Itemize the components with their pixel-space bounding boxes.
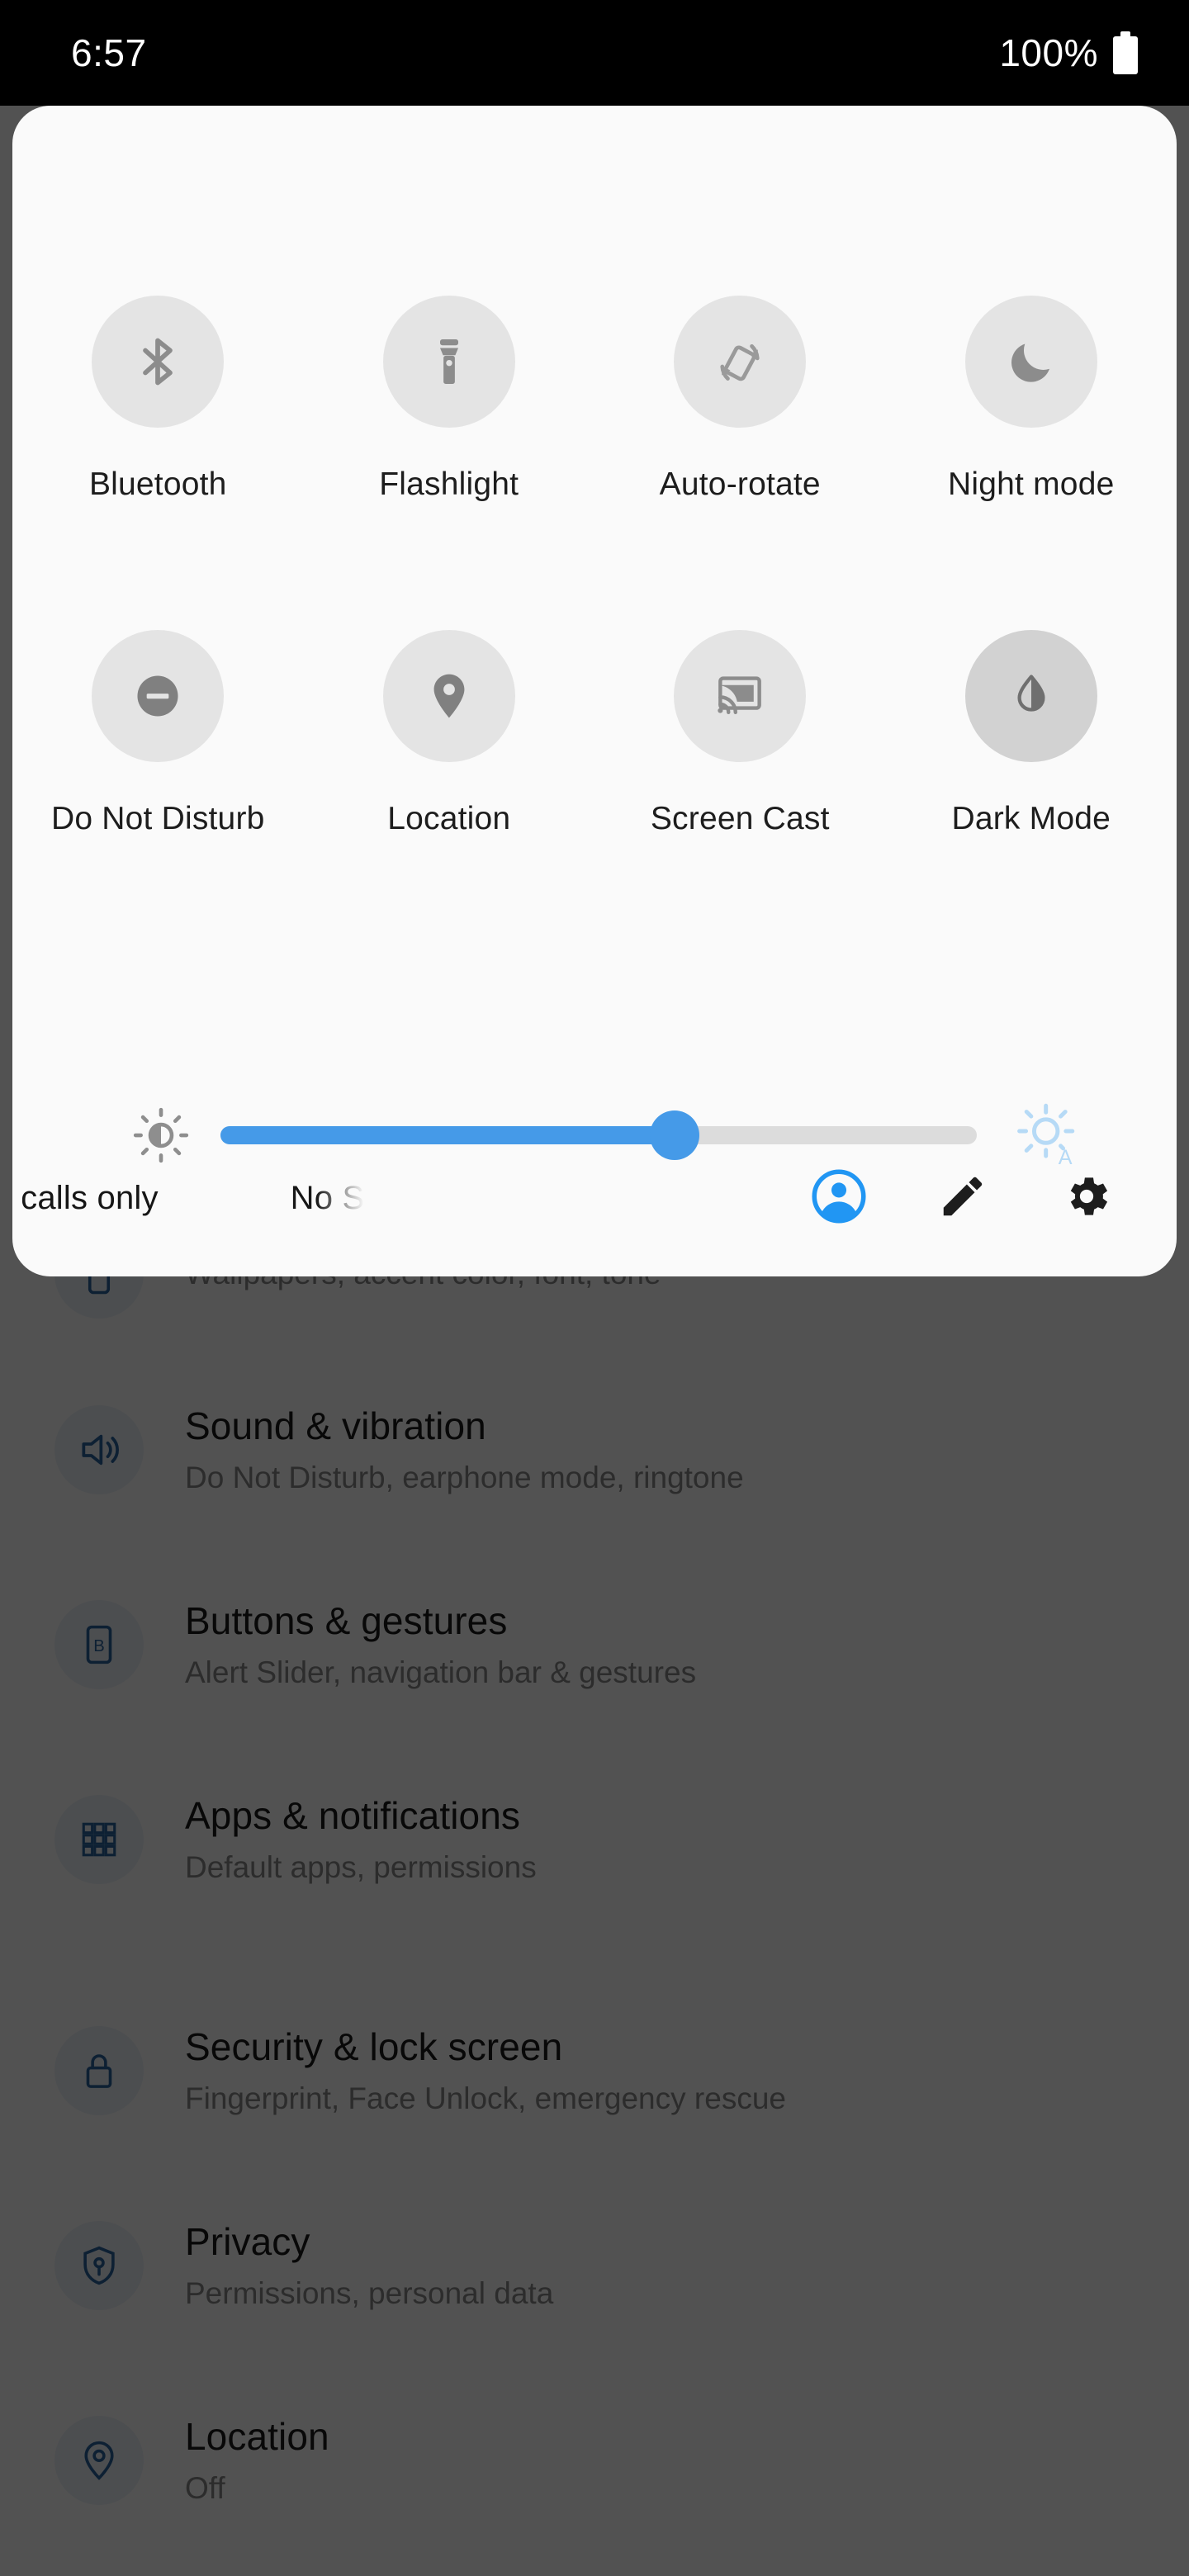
edit-pencil-icon <box>937 1171 988 1226</box>
tile-auto-rotate[interactable]: Auto-rotate <box>594 296 886 630</box>
gear-icon <box>1060 1170 1113 1227</box>
moon-icon <box>964 296 1097 428</box>
quick-settings-tile-row-2: Do Not Disturb Location Screen Cast Dark… <box>12 630 1177 964</box>
carrier-status-marquee: ncy calls only No S <box>22 1165 600 1231</box>
settings-list: Wallpapers, accent color, font, tone Sou… <box>0 1196 1189 2558</box>
tile-label: Screen Cast <box>650 801 830 836</box>
tile-do-not-disturb[interactable]: Do Not Disturb <box>12 630 304 964</box>
auto-rotate-icon <box>674 296 807 428</box>
settings-row-title: Sound & vibration <box>185 1404 486 1447</box>
status-bar-clock: 6:57 <box>71 31 147 74</box>
settings-button[interactable] <box>1025 1148 1149 1248</box>
tile-flashlight[interactable]: Flashlight <box>304 296 595 630</box>
settings-row-subtitle: Fingerprint, Face Unlock, emergency resc… <box>185 2081 786 2116</box>
settings-row-title: Apps & notifications <box>185 1793 521 1837</box>
shield-key-icon <box>54 2221 144 2310</box>
settings-row-sound-vibration[interactable]: Sound & vibration Do Not Disturb, earpho… <box>0 1352 1189 1547</box>
settings-row-title: Location <box>185 2414 329 2458</box>
settings-row-title: Security & lock screen <box>185 2024 563 2068</box>
contrast-drop-icon <box>964 630 1097 762</box>
lock-icon <box>54 2026 144 2115</box>
settings-row-buttons-gestures[interactable]: B Buttons & gestures Alert Slider, navig… <box>0 1547 1189 1742</box>
tile-bluetooth[interactable]: Bluetooth <box>12 296 304 630</box>
tile-night-mode[interactable]: Night mode <box>886 296 1177 630</box>
tile-label: Flashlight <box>379 466 519 502</box>
status-bar: 6:57 100% <box>0 0 1189 106</box>
location-pin-icon <box>382 630 515 762</box>
svg-text:B: B <box>93 1637 105 1655</box>
tile-label: Dark Mode <box>951 801 1111 836</box>
carrier-text-secondary: No S <box>290 1179 365 1216</box>
settings-row-title: Buttons & gestures <box>185 1598 508 1642</box>
bluetooth-icon <box>92 296 225 428</box>
edit-tiles-button[interactable] <box>901 1148 1025 1248</box>
settings-row-subtitle: Default apps, permissions <box>185 1850 537 1885</box>
settings-row-location[interactable]: Location Off <box>0 2363 1189 2558</box>
battery-full-icon <box>1113 31 1138 74</box>
apps-grid-icon <box>54 1795 144 1884</box>
location-target-icon <box>54 2416 144 2505</box>
quick-settings-panel: Bluetooth Flashlight Auto-rotate Night m… <box>12 106 1177 1276</box>
quick-settings-footer: ncy calls only No S <box>12 1120 1177 1276</box>
tile-label: Auto-rotate <box>659 466 821 502</box>
battery-percentage-label: 100% <box>999 31 1098 74</box>
status-bar-right-group: 100% <box>999 31 1138 75</box>
settings-row-apps-notifications[interactable]: Apps & notifications Default apps, permi… <box>0 1742 1189 1937</box>
tile-screen-cast[interactable]: Screen Cast <box>594 630 886 964</box>
settings-row-security-lock-screen[interactable]: Security & lock screen Fingerprint, Face… <box>0 1973 1189 2168</box>
user-account-icon <box>810 1167 868 1229</box>
quick-settings-tile-grid: Bluetooth Flashlight Auto-rotate Night m… <box>12 296 1177 964</box>
carrier-text-primary: ncy calls only <box>22 1179 159 1216</box>
settings-row-subtitle: Do Not Disturb, earphone mode, ringtone <box>185 1461 744 1495</box>
tile-location[interactable]: Location <box>304 630 595 964</box>
settings-row-title: Privacy <box>185 2219 310 2263</box>
flashlight-icon <box>382 296 515 428</box>
buttons-icon: B <box>54 1600 144 1689</box>
volume-icon <box>54 1405 144 1494</box>
settings-row-subtitle: Alert Slider, navigation bar & gestures <box>185 1655 697 1690</box>
tile-label: Do Not Disturb <box>50 801 265 836</box>
tile-label: Bluetooth <box>88 466 227 502</box>
quick-settings-tile-row-1: Bluetooth Flashlight Auto-rotate Night m… <box>12 296 1177 630</box>
quick-settings-footer-actions <box>777 1148 1177 1248</box>
tile-dark-mode[interactable]: Dark Mode <box>886 630 1177 964</box>
settings-row-subtitle: Permissions, personal data <box>185 2276 554 2311</box>
tile-label: Location <box>387 801 511 836</box>
settings-row-subtitle: Off <box>185 2471 225 2506</box>
settings-section-divider <box>0 1937 1189 1973</box>
settings-row-privacy[interactable]: Privacy Permissions, personal data <box>0 2168 1189 2363</box>
user-account-button[interactable] <box>777 1148 901 1248</box>
minus-circle-icon <box>92 630 225 762</box>
screen-cast-icon <box>674 630 807 762</box>
tile-label: Night mode <box>948 466 1115 502</box>
